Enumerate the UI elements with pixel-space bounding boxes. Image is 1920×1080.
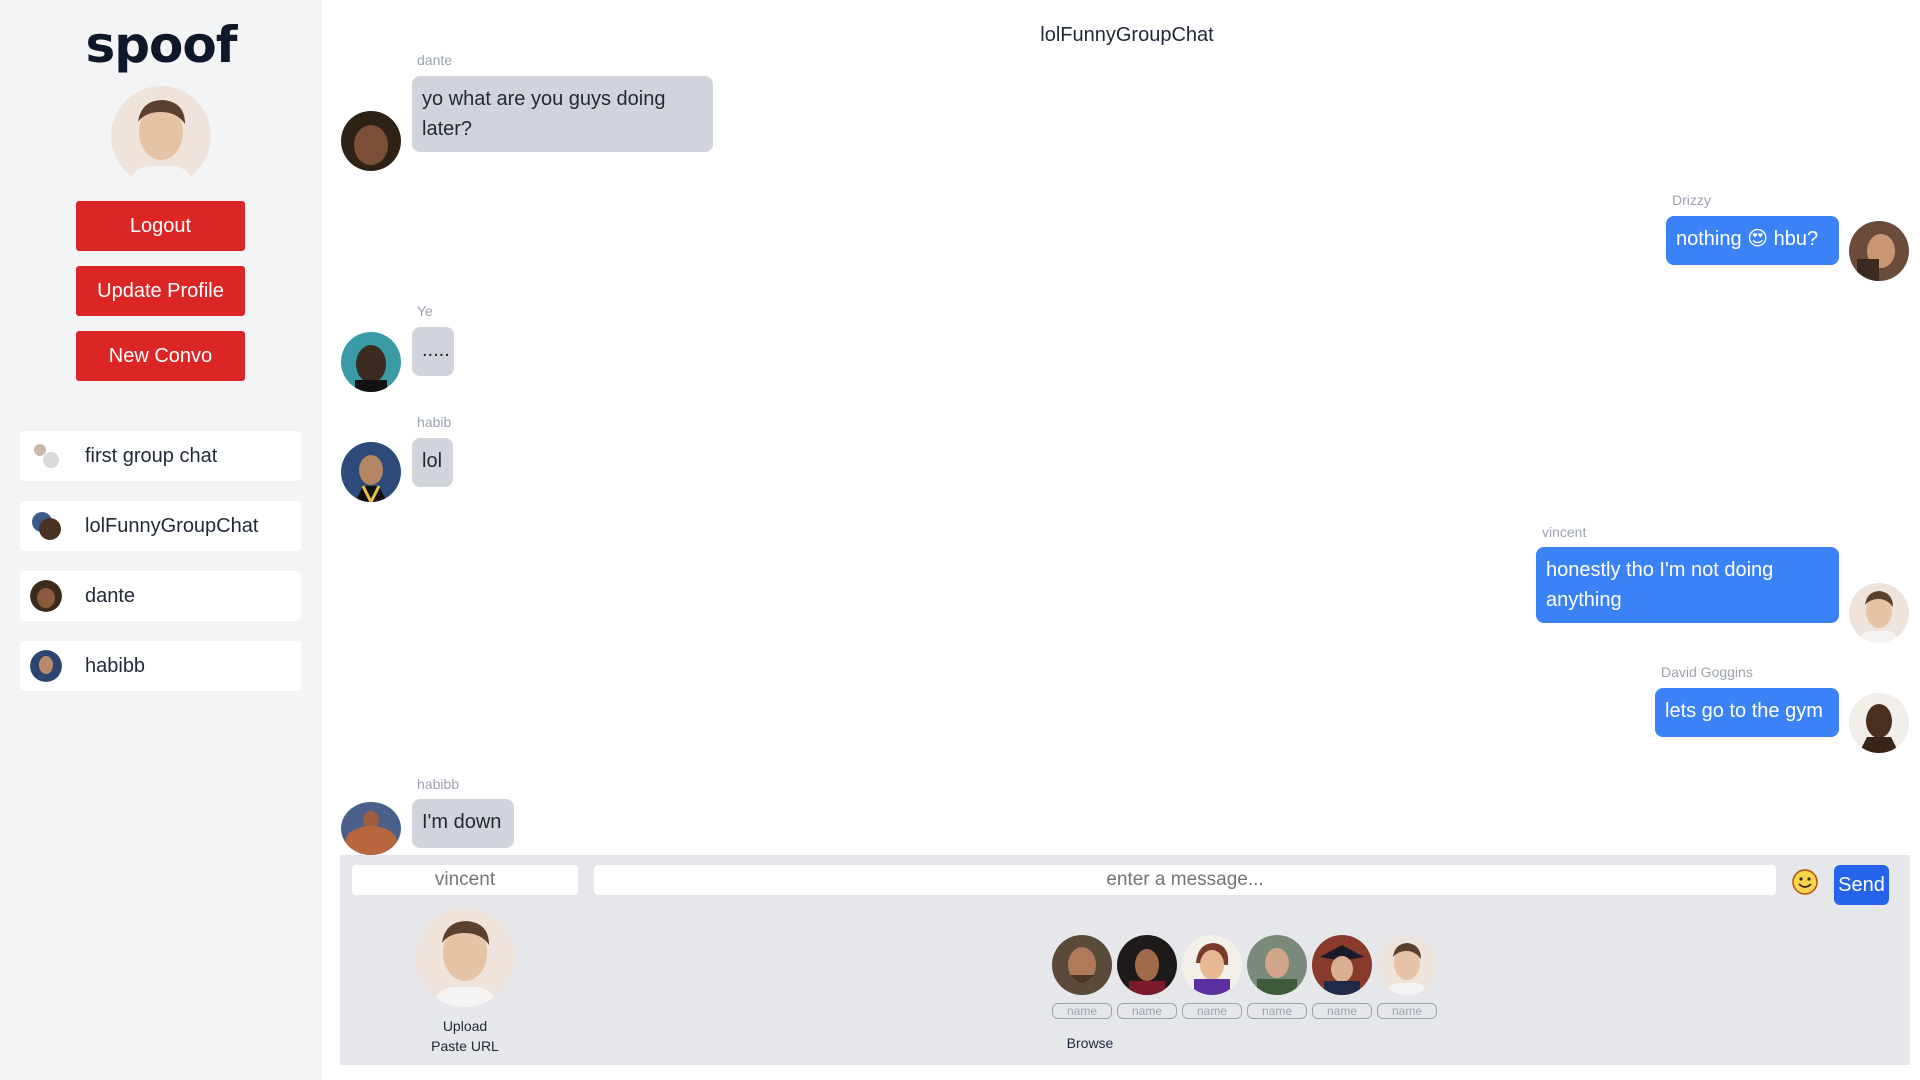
avatar	[1849, 693, 1909, 753]
message-sender: habibb	[417, 776, 460, 792]
avatar	[1117, 935, 1177, 995]
upload-avatar[interactable]	[415, 907, 515, 1007]
avatar	[341, 332, 401, 392]
message-sender: David Goggins	[1661, 664, 1753, 680]
user-avatar-icon	[30, 650, 62, 682]
browse-avatar[interactable]: name	[1247, 935, 1307, 1019]
sidebar: spoof Logout Update Profile New Convo fi…	[0, 0, 322, 1080]
message-bubble: nothing 😍 hbu?	[1666, 216, 1839, 265]
sidebar-item-habibb[interactable]: habibb	[20, 641, 301, 691]
group-avatar-icon	[30, 510, 62, 542]
app-logo: spoof	[85, 16, 237, 74]
avatar	[1052, 935, 1112, 995]
avatar-name-tag: name	[1377, 1003, 1437, 1019]
browse-avatar[interactable]: name	[1377, 935, 1437, 1019]
message-bubble: honestly tho I'm not doing anything	[1536, 547, 1839, 623]
emoji-picker-icon[interactable]	[1791, 868, 1819, 896]
upload-link[interactable]: Upload	[390, 1018, 540, 1034]
sidebar-item-first-group-chat[interactable]: first group chat	[20, 431, 301, 481]
sender-name-input[interactable]	[352, 865, 578, 895]
message-input[interactable]	[594, 865, 1776, 895]
user-avatar-icon	[30, 580, 62, 612]
logout-button[interactable]: Logout	[76, 201, 245, 251]
message-bubble: lets go to the gym	[1655, 688, 1839, 737]
browse-avatar[interactable]: name	[1182, 935, 1242, 1019]
message-bubble: yo what are you guys doing later?	[412, 76, 713, 152]
browse-avatar[interactable]: name	[1117, 935, 1177, 1019]
message-sender: Ye	[417, 303, 433, 319]
chat-title: lolFunnyGroupChat	[1040, 24, 1214, 46]
browse-link[interactable]: Browse	[990, 1035, 1190, 1051]
message-sender: dante	[417, 52, 453, 68]
avatar	[341, 442, 401, 502]
message-sender: habib	[417, 414, 452, 430]
avatar	[341, 111, 401, 171]
avatar	[341, 802, 401, 855]
avatar-name-tag: name	[1182, 1003, 1242, 1019]
sidebar-item-label: lolFunnyGroupChat	[85, 514, 259, 537]
avatar	[1182, 935, 1242, 995]
avatar-name-tag: name	[1117, 1003, 1177, 1019]
browse-avatar[interactable]: name	[1312, 935, 1372, 1019]
avatar	[1849, 221, 1909, 281]
paste-url-link[interactable]: Paste URL	[390, 1038, 540, 1054]
sidebar-item-lolfunnygroupchat[interactable]: lolFunnyGroupChat	[20, 501, 301, 551]
message-bubble: .....	[412, 327, 454, 376]
avatar	[1377, 935, 1437, 995]
avatar	[1247, 935, 1307, 995]
avatar-name-tag: name	[1312, 1003, 1372, 1019]
avatar	[1849, 583, 1909, 643]
sidebar-item-dante[interactable]: dante	[20, 571, 301, 621]
browse-avatar[interactable]: name	[1052, 935, 1112, 1019]
message-bubble: lol	[412, 438, 453, 487]
sidebar-item-label: dante	[85, 584, 136, 607]
avatar-name-tag: name	[1247, 1003, 1307, 1019]
message-bubble: I'm down	[412, 799, 514, 848]
message-sender: vincent	[1542, 524, 1587, 540]
profile-avatar	[111, 86, 211, 186]
message-sender: Drizzy	[1672, 192, 1711, 208]
avatar-name-tag: name	[1052, 1003, 1112, 1019]
sidebar-item-label: first group chat	[85, 444, 218, 467]
sidebar-item-label: habibb	[85, 654, 146, 677]
update-profile-button[interactable]: Update Profile	[76, 266, 245, 316]
group-avatar-icon	[30, 440, 62, 472]
avatar	[1312, 935, 1372, 995]
new-convo-button[interactable]: New Convo	[76, 331, 245, 381]
message-composer: Send Upload Paste URL name name name nam…	[340, 855, 1910, 1065]
send-button[interactable]: Send	[1834, 865, 1889, 905]
emoji-icon: 😍	[1747, 228, 1769, 250]
